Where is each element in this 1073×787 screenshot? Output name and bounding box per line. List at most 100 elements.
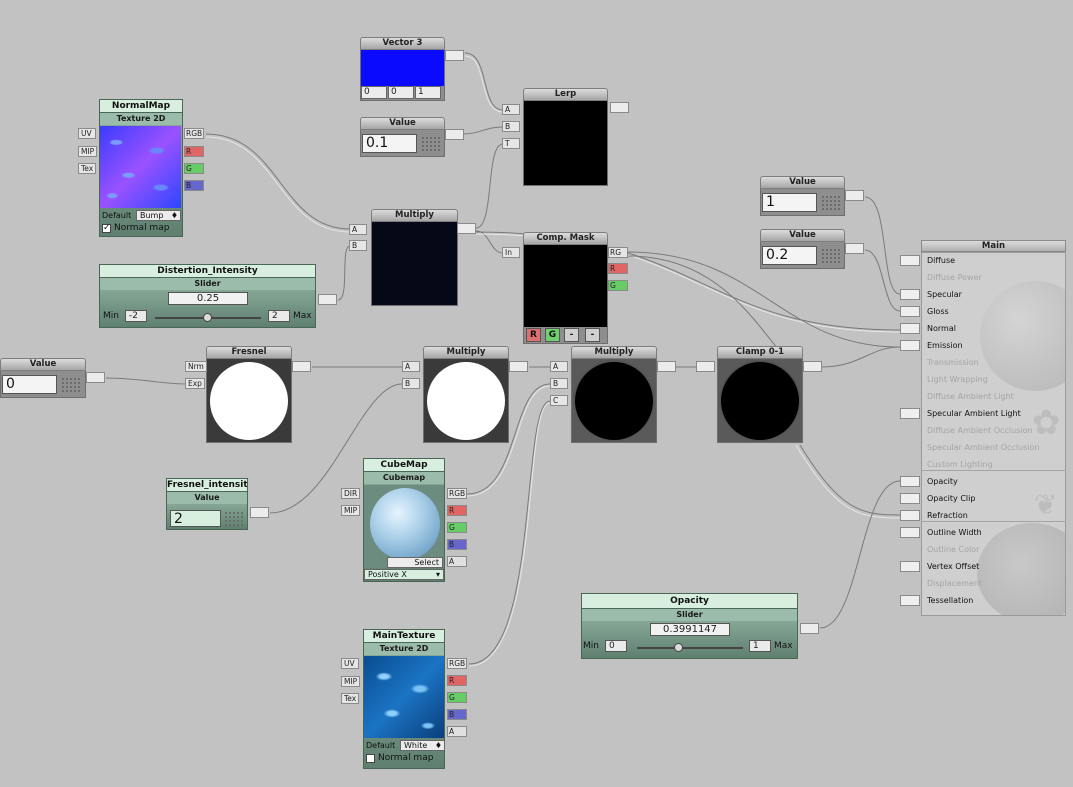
select-button[interactable]: Select [387,557,443,568]
normalmap-input-uv[interactable]: UV [78,128,96,139]
multiply-node-1[interactable]: Multiply [371,209,476,306]
fresnel-input-nrm[interactable]: Nrm [185,361,207,372]
input-port[interactable] [900,595,920,606]
main-output-node[interactable]: Main ✿ ❦ Diffuse Diffuse Power Specular Glo… [900,240,1066,616]
value-field[interactable]: 0 [2,375,57,394]
comp-mask-node[interactable]: Comp. Mask R G - - [523,232,608,344]
compmask-output-rg[interactable]: RG [608,247,628,258]
drag-grip-icon[interactable] [61,377,81,393]
input-port[interactable] [900,561,920,572]
drag-grip-icon[interactable] [821,248,841,264]
output-port[interactable] [86,372,105,383]
lerp-node[interactable]: Lerp [523,88,629,186]
input-port[interactable] [900,289,920,300]
max-field[interactable]: 1 [749,640,771,652]
output-port[interactable] [250,507,269,518]
output-port[interactable] [845,190,864,201]
compmask-output-r[interactable]: R [608,263,628,274]
cubemap-input-mip[interactable]: MIP [341,505,361,516]
cubemap-output-a[interactable]: A [447,556,467,567]
multiply3-input-b[interactable]: B [550,378,568,389]
cubemap-input-dir[interactable]: DIR [341,488,361,499]
lerp-input-t[interactable]: T [502,138,520,149]
normalmap-input-tex[interactable]: Tex [78,163,97,174]
maintexture-output-g[interactable]: G [447,692,467,703]
value-node-02[interactable]: Value 0.2 [760,229,864,269]
drag-grip-icon[interactable] [821,195,841,211]
input-port[interactable] [900,255,920,266]
compmask-input-in[interactable]: In [502,247,520,258]
value-node-0[interactable]: Value 0 [0,358,105,398]
vector-x-field[interactable]: 0 [361,86,387,99]
mask-b-button[interactable]: - [564,328,579,342]
input-port[interactable] [900,306,920,317]
output-port[interactable] [845,243,864,254]
default-dropdown[interactable]: White ♦ [400,740,445,751]
slider-value-field[interactable]: 0.3991147 [650,623,730,636]
opacity-slider-node[interactable]: Opacity Slider 0.3991147 Min 0 1 Max [581,593,819,659]
input-port[interactable] [900,476,920,487]
slider-thumb[interactable] [203,313,212,322]
cubemap-output-g[interactable]: G [447,522,467,533]
default-dropdown[interactable]: Bump ♦ [136,210,181,221]
output-port[interactable] [509,361,528,372]
multiply3-input-a[interactable]: A [550,361,568,372]
maintexture-output-r[interactable]: R [447,675,467,686]
cubemap-output-b[interactable]: B [447,539,467,550]
multiply1-input-a[interactable]: A [349,224,367,235]
value-field[interactable]: 2 [170,510,221,527]
input-port[interactable] [900,340,920,351]
lerp-input-a[interactable]: A [502,104,520,115]
drag-grip-icon[interactable] [421,136,441,152]
maintexture-input-uv[interactable]: UV [341,658,359,669]
clamp-node[interactable]: Clamp 0-1 [696,346,822,443]
output-port[interactable] [318,294,337,305]
mask-g-button[interactable]: G [545,328,560,342]
normalmap-output-g[interactable]: G [184,163,204,174]
distortion-slider-node[interactable]: Distertion_Intensity Slider 0.25 Min -2 … [99,264,337,328]
output-port[interactable] [657,361,676,372]
min-field[interactable]: -2 [125,310,147,322]
drag-grip-icon[interactable] [224,511,244,527]
output-port[interactable] [445,50,464,61]
vector-y-field[interactable]: 0 [388,86,414,99]
output-port[interactable] [457,223,476,234]
fresnel-input-exp[interactable]: Exp [185,378,205,389]
normalmap-output-rgb[interactable]: RGB [184,128,204,139]
value-field[interactable]: 1 [762,193,817,212]
input-port[interactable] [900,493,920,504]
input-port[interactable] [696,361,715,372]
output-port[interactable] [292,361,311,372]
slider-track[interactable] [637,647,743,649]
value-field[interactable]: 0.1 [362,134,417,153]
multiply3-input-c[interactable]: C [550,395,568,406]
cubemap-output-r[interactable]: R [447,505,467,516]
multiply2-input-a[interactable]: A [402,361,420,372]
output-port[interactable] [610,102,629,113]
maintexture-input-tex[interactable]: Tex [341,693,360,704]
output-port[interactable] [445,129,464,140]
maintexture-output-b[interactable]: B [447,709,467,720]
normalmap-output-r[interactable]: R [184,146,204,157]
value-node-01[interactable]: Value 0.1 [360,117,464,157]
input-port[interactable] [900,323,920,334]
maintexture-output-rgb[interactable]: RGB [447,658,467,669]
compmask-output-g[interactable]: G [608,280,628,291]
max-field[interactable]: 2 [268,310,290,322]
multiply1-input-b[interactable]: B [349,240,367,251]
vector3-node[interactable]: Vector 3 0 0 1 [360,37,464,101]
value-field[interactable]: 0.2 [762,246,817,265]
input-port[interactable] [900,510,920,521]
output-port[interactable] [800,623,819,634]
value-node-1[interactable]: Value 1 [760,176,864,216]
node-canvas[interactable]: Vector 3 0 0 1 Lerp A B T Value 0.1 Norm… [0,0,1073,787]
normal-map-checkbox[interactable]: ✓ [102,224,111,233]
multiply-node-3[interactable]: Multiply [571,346,676,443]
slider-value-field[interactable]: 0.25 [168,292,248,305]
mask-r-button[interactable]: R [526,328,541,342]
min-field[interactable]: 0 [605,640,627,652]
normalmap-node[interactable]: NormalMap Texture 2D Default Bump ♦ ✓ No… [99,99,183,237]
face-dropdown[interactable]: Positive X ▾ [364,569,444,580]
lerp-input-b[interactable]: B [502,121,520,132]
vector-z-field[interactable]: 1 [415,86,441,99]
